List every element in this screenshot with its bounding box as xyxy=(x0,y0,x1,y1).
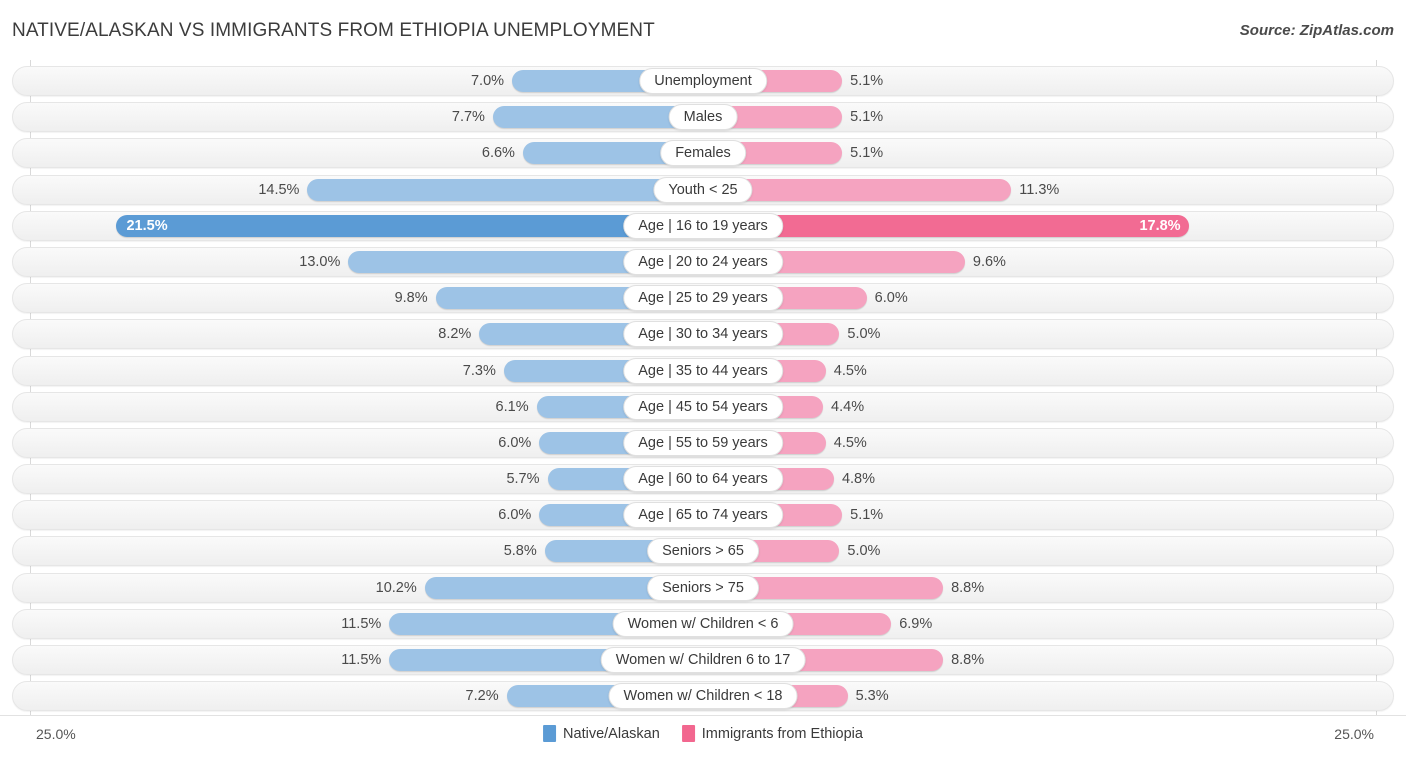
value-label-immigrants-ethiopia: 6.0% xyxy=(874,290,908,307)
value-label-immigrants-ethiopia: 6.9% xyxy=(899,615,933,632)
value-label-immigrants-ethiopia: 5.1% xyxy=(850,145,884,162)
value-label-native-alaskan: 5.8% xyxy=(503,543,537,560)
chart-header: NATIVE/ALASKAN VS IMMIGRANTS FROM ETHIOP… xyxy=(0,0,1406,56)
value-label-native-alaskan: 6.1% xyxy=(495,398,529,415)
row-category-label: Age | 16 to 19 years xyxy=(623,212,783,239)
value-label-immigrants-ethiopia: 5.1% xyxy=(850,507,884,524)
chart-row: 21.5% 17.8% Age | 16 to 19 years xyxy=(0,209,1406,245)
chart-legend: Native/Alaskan Immigrants from Ethiopia xyxy=(543,725,863,742)
row-category-label: Age | 45 to 54 years xyxy=(623,393,783,420)
value-label-immigrants-ethiopia: 4.5% xyxy=(833,362,867,379)
row-category-label: Age | 55 to 59 years xyxy=(623,429,783,456)
chart-row: 10.2% 8.8% Seniors > 75 xyxy=(0,571,1406,607)
value-label-immigrants-ethiopia: 4.5% xyxy=(833,434,867,451)
value-label-native-alaskan: 6.0% xyxy=(498,434,532,451)
value-label-native-alaskan: 7.0% xyxy=(470,73,505,89)
legend-label: Immigrants from Ethiopia xyxy=(701,725,863,742)
chart-row: 7.3% 4.5% Age | 35 to 44 years xyxy=(0,354,1406,390)
row-category-label: Males xyxy=(668,104,738,131)
row-category-label: Unemployment xyxy=(639,68,767,94)
chart-row: 6.0% 4.5% Age | 55 to 59 years xyxy=(0,426,1406,462)
value-label-native-alaskan: 11.5% xyxy=(341,652,382,668)
row-category-label: Age | 30 to 34 years xyxy=(623,321,783,348)
value-label-immigrants-ethiopia: 11.3% xyxy=(1019,181,1060,198)
chart-row: 6.6% 5.1% Females xyxy=(0,136,1406,172)
chart-row: 7.2% 5.3% Women w/ Children < 18 xyxy=(0,679,1406,715)
row-category-label: Seniors > 65 xyxy=(647,538,759,565)
chart-row: 14.5% 11.3% Youth < 25 xyxy=(0,173,1406,209)
legend-item[interactable]: Native/Alaskan xyxy=(543,725,660,742)
row-category-label: Females xyxy=(660,140,746,167)
value-label-native-alaskan: 5.7% xyxy=(506,471,540,488)
chart-row: 8.2% 5.0% Age | 30 to 34 years xyxy=(0,317,1406,353)
value-label-immigrants-ethiopia: 4.8% xyxy=(841,471,875,488)
chart-row: 5.7% 4.8% Age | 60 to 64 years xyxy=(0,462,1406,498)
row-category-label: Youth < 25 xyxy=(653,176,753,203)
chart-row: 11.5% 8.8% Women w/ Children 6 to 17 xyxy=(0,643,1406,679)
value-label-native-alaskan: 13.0% xyxy=(299,253,341,270)
value-label-immigrants-ethiopia: 9.6% xyxy=(972,253,1006,270)
chart-row: 7.0% 5.1% Unemployment xyxy=(0,64,1406,100)
value-label-immigrants-ethiopia: 8.8% xyxy=(951,652,985,668)
legend-swatch-icon xyxy=(543,725,557,742)
chart-row: 13.0% 9.6% Age | 20 to 24 years xyxy=(0,245,1406,281)
value-label-native-alaskan: 10.2% xyxy=(375,579,417,596)
value-label-immigrants-ethiopia: 5.1% xyxy=(850,109,884,126)
row-category-label: Women w/ Children 6 to 17 xyxy=(600,647,806,673)
row-category-label: Seniors > 75 xyxy=(647,574,759,601)
chart-row: 11.5% 6.9% Women w/ Children < 6 xyxy=(0,607,1406,643)
value-label-native-alaskan: 7.2% xyxy=(465,688,499,705)
value-label-immigrants-ethiopia: 5.0% xyxy=(847,326,881,343)
value-label-immigrants-ethiopia: 5.1% xyxy=(850,73,884,89)
chart-plot-area: 7.0% 5.1% Unemployment 7.7% 5.1% Males 6.6% 5.1… xyxy=(0,60,1406,715)
chart-footer: 25.0% Native/Alaskan Immigrants from Ethi… xyxy=(0,715,1406,757)
chart-row: 9.8% 6.0% Age | 25 to 29 years xyxy=(0,281,1406,317)
value-label-immigrants-ethiopia: 5.0% xyxy=(847,543,881,560)
value-label-native-alaskan: 8.2% xyxy=(438,326,472,343)
value-label-native-alaskan: 7.3% xyxy=(462,362,496,379)
chart-row: 5.8% 5.0% Seniors > 65 xyxy=(0,534,1406,570)
row-category-label: Age | 60 to 64 years xyxy=(623,466,783,493)
axis-tick-left: 25.0% xyxy=(36,726,76,742)
chart-row: 6.0% 5.1% Age | 65 to 74 years xyxy=(0,498,1406,534)
source-attribution: Source: ZipAtlas.com xyxy=(1239,22,1394,39)
value-label-native-alaskan: 11.5% xyxy=(341,615,382,632)
legend-swatch-icon xyxy=(681,725,695,742)
value-label-native-alaskan: 7.7% xyxy=(451,109,485,126)
row-category-label: Women w/ Children < 18 xyxy=(608,683,798,710)
value-label-native-alaskan: 9.8% xyxy=(394,290,428,307)
chart-page: NATIVE/ALASKAN VS IMMIGRANTS FROM ETHIOP… xyxy=(0,0,1406,757)
value-label-immigrants-ethiopia: 17.8% xyxy=(1139,217,1181,234)
legend-item[interactable]: Immigrants from Ethiopia xyxy=(681,725,863,742)
bar-native-alaskan xyxy=(116,214,703,237)
value-label-native-alaskan: 14.5% xyxy=(258,181,300,198)
axis-tick-right: 25.0% xyxy=(1334,726,1374,742)
value-label-native-alaskan: 6.6% xyxy=(481,145,515,162)
value-label-native-alaskan: 21.5% xyxy=(126,217,168,234)
value-label-immigrants-ethiopia: 5.3% xyxy=(855,688,889,705)
row-category-label: Age | 25 to 29 years xyxy=(623,285,783,312)
row-category-label: Age | 20 to 24 years xyxy=(623,248,783,275)
row-category-label: Age | 65 to 74 years xyxy=(623,502,783,529)
chart-rows: 7.0% 5.1% Unemployment 7.7% 5.1% Males 6.6% 5.1… xyxy=(0,64,1406,715)
row-category-label: Age | 35 to 44 years xyxy=(623,357,783,384)
value-label-native-alaskan: 6.0% xyxy=(498,507,532,524)
value-label-immigrants-ethiopia: 4.4% xyxy=(831,398,865,415)
chart-row: 7.7% 5.1% Males xyxy=(0,100,1406,136)
chart-row: 6.1% 4.4% Age | 45 to 54 years xyxy=(0,390,1406,426)
bar-native-alaskan xyxy=(307,178,703,201)
page-title: NATIVE/ALASKAN VS IMMIGRANTS FROM ETHIOP… xyxy=(12,20,655,41)
value-label-immigrants-ethiopia: 8.8% xyxy=(951,579,985,596)
row-category-label: Women w/ Children < 6 xyxy=(612,610,794,637)
legend-label: Native/Alaskan xyxy=(563,725,660,742)
